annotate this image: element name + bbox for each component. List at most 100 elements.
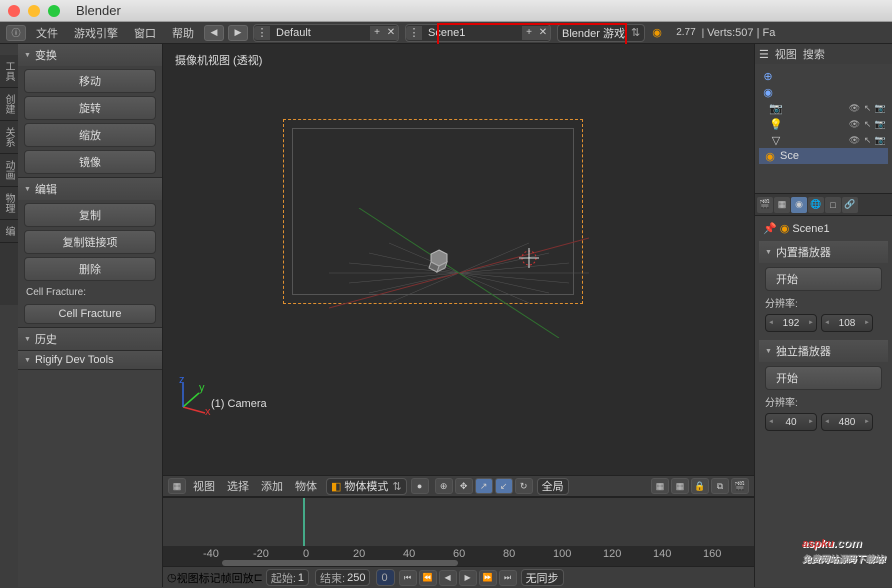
lock-camera-icon[interactable]: 🔒 <box>691 478 709 494</box>
jump-start-icon[interactable]: ⏮ <box>399 570 417 586</box>
transform-header[interactable]: 变换 <box>18 44 162 66</box>
layout-name[interactable]: Default <box>270 27 370 39</box>
vp-menu-add[interactable]: 添加 <box>255 478 289 494</box>
jump-end-icon[interactable]: ⏭ <box>499 570 517 586</box>
cell-fracture-button[interactable]: Cell Fracture <box>24 304 156 324</box>
render-engine-selector[interactable]: Blender 游戏 ⇅ <box>557 24 645 42</box>
tab-grease[interactable]: 编 <box>0 220 18 243</box>
minimize-window-button[interactable] <box>28 5 40 17</box>
resolution-y-field[interactable]: 108 <box>821 314 873 332</box>
menu-game-engine[interactable]: 游戏引擎 <box>66 25 126 41</box>
edit-header[interactable]: 编辑 <box>18 178 162 200</box>
tab-create[interactable]: 创建 <box>0 88 18 121</box>
current-frame-field[interactable]: 0 <box>376 569 394 586</box>
resolution-x-field[interactable]: 192 <box>765 314 817 332</box>
mode-selector[interactable]: ◧ 物体模式 ⇅ <box>326 478 407 495</box>
menu-help[interactable]: 帮助 <box>164 25 202 41</box>
info-editor-icon[interactable]: ⓘ <box>6 25 26 41</box>
layout-add-button[interactable]: + <box>370 26 384 40</box>
3d-viewport[interactable]: 摄像机视图 (透视) <box>163 44 754 475</box>
snap-icon[interactable]: ⧉ <box>711 478 729 494</box>
tab-tools[interactable]: 工具 <box>0 55 18 88</box>
tl-menu-view[interactable]: 视图 <box>177 570 199 586</box>
scale-button[interactable]: 缩放 <box>24 123 156 147</box>
tab-animation[interactable]: 动画 <box>0 154 18 187</box>
range-icon[interactable]: ⊏ <box>254 571 263 584</box>
vp-menu-object[interactable]: 物体 <box>289 478 323 494</box>
pivot-icon[interactable]: ⊕ <box>435 478 453 494</box>
scene-close-button[interactable]: ✕ <box>536 26 550 40</box>
standalone-resolution-y-field[interactable]: 480 <box>821 413 873 431</box>
copy-button[interactable]: 复制 <box>24 203 156 227</box>
tree-item[interactable]: ▽👁↖📷 <box>759 132 888 148</box>
move-button[interactable]: 移动 <box>24 69 156 93</box>
scene-add-button[interactable]: + <box>522 26 536 40</box>
editor-type-icon[interactable]: ▦ <box>168 478 186 494</box>
axis-y-icon[interactable]: ↙ <box>495 478 513 494</box>
prop-tab-constraint[interactable]: 🔗 <box>842 197 858 213</box>
tab-relations[interactable]: 关系 <box>0 121 18 154</box>
history-header[interactable]: 历史 <box>18 328 162 350</box>
delete-button[interactable]: 删除 <box>24 257 156 281</box>
tree-item[interactable]: 📷👁↖📷 <box>759 100 888 116</box>
axis-x-icon[interactable]: ↗ <box>475 478 493 494</box>
prop-tab-scene[interactable]: ◉ <box>791 197 807 213</box>
scene-name[interactable]: Scene1 <box>422 27 522 39</box>
layout-close-button[interactable]: ✕ <box>384 26 398 40</box>
start-frame-field[interactable]: 起始:1 <box>266 569 309 586</box>
play-reverse-icon[interactable]: ◀ <box>439 570 457 586</box>
layers-icon[interactable]: ▦ <box>651 478 669 494</box>
tree-item[interactable]: ◉ <box>759 84 888 100</box>
mirror-button[interactable]: 镜像 <box>24 150 156 174</box>
vp-menu-select[interactable]: 选择 <box>221 478 255 494</box>
scene-selector[interactable]: ⋮ Scene1 + ✕ <box>405 24 551 42</box>
forward-icon[interactable]: ▶ <box>228 25 248 41</box>
tree-item-active[interactable]: ◉Sce <box>759 148 888 164</box>
shading-solid-icon[interactable]: ● <box>411 478 429 494</box>
tree-item[interactable]: ⊕ <box>759 68 888 84</box>
timeline-track[interactable]: -40 -20 0 20 40 60 80 100 120 140 160 <box>163 498 754 560</box>
standalone-resolution-x-field[interactable]: 40 <box>765 413 817 431</box>
back-icon[interactable]: ◀ <box>204 25 224 41</box>
start-standalone-button[interactable]: 开始 <box>765 366 882 390</box>
layout-browse-icon[interactable]: ⋮ <box>254 26 270 40</box>
prop-tab-layers[interactable]: ▦ <box>774 197 790 213</box>
scene-browse-icon[interactable]: ⋮ <box>406 26 422 40</box>
rigify-header[interactable]: Rigify Dev Tools <box>18 351 162 369</box>
tree-item[interactable]: 💡👁↖📷 <box>759 116 888 132</box>
layers-icon[interactable]: ▦ <box>671 478 689 494</box>
manipulator-icon[interactable]: ✥ <box>455 478 473 494</box>
pin-icon[interactable]: 📌 <box>763 222 777 235</box>
outliner-search[interactable]: 搜索 <box>803 46 825 62</box>
tl-menu-playback[interactable]: 回放 <box>232 570 254 586</box>
tl-menu-mark[interactable]: 标记 <box>199 570 221 586</box>
vp-menu-view[interactable]: 视图 <box>187 478 221 494</box>
layout-selector[interactable]: ⋮ Default + ✕ <box>253 24 399 42</box>
play-icon[interactable]: ▶ <box>459 570 477 586</box>
end-frame-field[interactable]: 结束:250 <box>315 569 370 586</box>
prop-tab-render[interactable]: 🎬 <box>757 197 773 213</box>
render-preview-icon[interactable]: 🎬 <box>731 478 749 494</box>
tab-physics[interactable]: 物理 <box>0 187 18 220</box>
tl-menu-frame[interactable]: 帧 <box>221 570 232 586</box>
maximize-window-button[interactable] <box>48 5 60 17</box>
timeline-editor-icon[interactable]: ◷ <box>167 571 177 584</box>
copy-linked-button[interactable]: 复制链接项 <box>24 230 156 254</box>
axis-z-icon[interactable]: ↻ <box>515 478 533 494</box>
keyframe-next-icon[interactable]: ⏩ <box>479 570 497 586</box>
menu-window[interactable]: 窗口 <box>126 25 164 41</box>
menu-file[interactable]: 文件 <box>28 25 66 41</box>
prop-tab-object[interactable]: □ <box>825 197 841 213</box>
close-window-button[interactable] <box>8 5 20 17</box>
rotate-button[interactable]: 旋转 <box>24 96 156 120</box>
start-player-button[interactable]: 开始 <box>765 267 882 291</box>
orientation-selector[interactable]: 全局 <box>537 478 569 495</box>
outliner-view[interactable]: 视图 <box>775 46 797 62</box>
prop-tab-world[interactable]: 🌐 <box>808 197 824 213</box>
builtin-player-header[interactable]: 内置播放器 <box>759 241 888 263</box>
outliner-editor-icon[interactable]: ☰ <box>759 48 769 61</box>
standalone-player-header[interactable]: 独立播放器 <box>759 340 888 362</box>
sync-selector[interactable]: 无同步 <box>521 569 564 586</box>
keyframe-prev-icon[interactable]: ⏪ <box>419 570 437 586</box>
window-title: Blender <box>76 3 121 18</box>
